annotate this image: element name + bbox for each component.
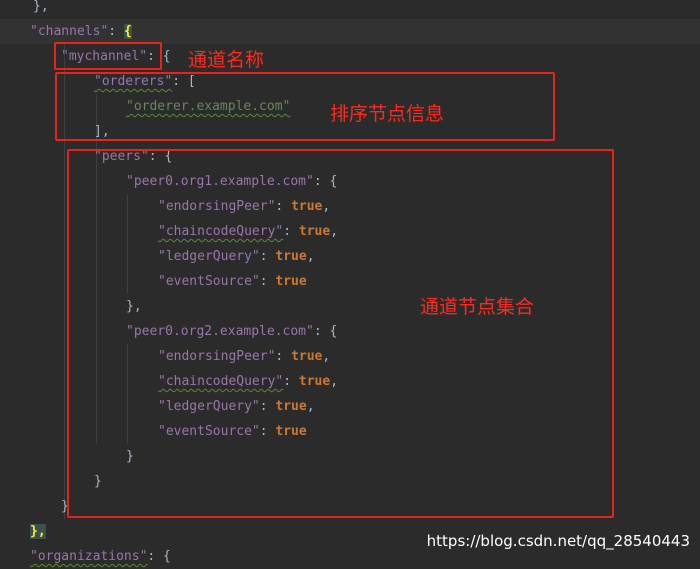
brace-match: }, bbox=[30, 524, 46, 539]
code-line: "channels": { bbox=[30, 19, 132, 44]
channel-name-highlight-box bbox=[54, 42, 162, 70]
brace-match: { bbox=[123, 24, 132, 39]
code-line: }, bbox=[33, 0, 49, 19]
json-key: "organizations" bbox=[30, 549, 148, 564]
json-key: "channels" bbox=[30, 24, 109, 39]
code-line: "organizations": { bbox=[30, 544, 171, 569]
watermark: https://blog.csdn.net/qq_28540443 bbox=[426, 532, 690, 550]
code-token: : bbox=[108, 24, 124, 39]
orderer-highlight-box bbox=[55, 72, 555, 141]
code-token: : { bbox=[147, 549, 171, 564]
orderer-info-annotation: 排序节点信息 bbox=[330, 103, 445, 125]
peer-set-annotation: 通道节点集合 bbox=[420, 296, 535, 318]
channel-name-annotation: 通道名称 bbox=[188, 49, 265, 71]
code-token: }, bbox=[33, 0, 49, 14]
code-line: }, bbox=[30, 519, 46, 544]
peers-highlight-box bbox=[67, 149, 614, 518]
